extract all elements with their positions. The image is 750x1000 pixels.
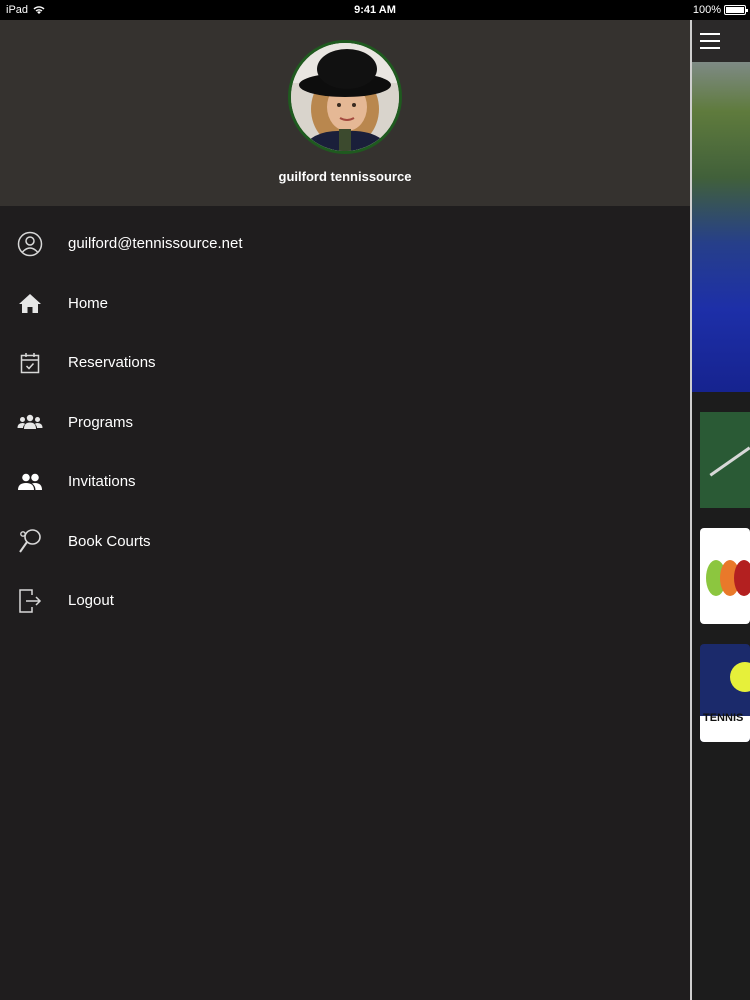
- status-bar: iPad 9:41 AM 100%: [0, 0, 750, 20]
- profile-header: guilford tennissource: [0, 20, 690, 206]
- tennis-card-text: TENNIS: [703, 712, 744, 724]
- people-icon: [17, 469, 43, 495]
- battery-icon: [724, 5, 748, 15]
- top-bar: [692, 20, 750, 62]
- racket-icon: [17, 528, 43, 554]
- logout-icon: [17, 588, 43, 614]
- balls-card[interactable]: [700, 528, 750, 624]
- main-content-peek[interactable]: TENNIS: [692, 20, 750, 1000]
- hero-image: [692, 62, 750, 392]
- menu-item-label: guilford@tennissource.net: [68, 235, 243, 253]
- menu-item-label: Logout: [68, 592, 114, 610]
- drawer-menu: guilford@tennissource.net Home Reservati…: [0, 206, 690, 631]
- hamburger-menu-icon[interactable]: [700, 33, 720, 49]
- tennis-card[interactable]: TENNIS: [700, 644, 750, 742]
- battery-percent: 100%: [692, 4, 721, 16]
- calendar-icon: [17, 350, 43, 376]
- menu-item-book-courts[interactable]: Book Courts: [0, 512, 690, 572]
- home-icon: [17, 290, 43, 316]
- avatar[interactable]: [288, 40, 402, 154]
- menu-item-label: Programs: [68, 413, 134, 431]
- menu-item-programs[interactable]: Programs: [0, 393, 690, 453]
- user-circle-icon: [17, 231, 43, 257]
- court-card[interactable]: [700, 412, 750, 508]
- group-icon: [17, 409, 43, 435]
- menu-item-logout[interactable]: Logout: [0, 571, 690, 631]
- menu-item-label: Home: [68, 294, 109, 312]
- menu-item-home[interactable]: Home: [0, 274, 690, 334]
- menu-item-email[interactable]: guilford@tennissource.net: [0, 214, 690, 274]
- menu-item-label: Invitations: [68, 473, 136, 491]
- menu-item-invitations[interactable]: Invitations: [0, 452, 690, 512]
- navigation-drawer: guilford tennissource guilford@tennissou…: [0, 20, 690, 1000]
- menu-item-label: Book Courts: [68, 532, 151, 550]
- menu-item-label: Reservations: [68, 354, 156, 372]
- avatar-photo: [291, 43, 399, 151]
- menu-item-reservations[interactable]: Reservations: [0, 333, 690, 393]
- profile-name: guilford tennissource: [278, 169, 412, 184]
- status-time: 9:41 AM: [354, 4, 396, 16]
